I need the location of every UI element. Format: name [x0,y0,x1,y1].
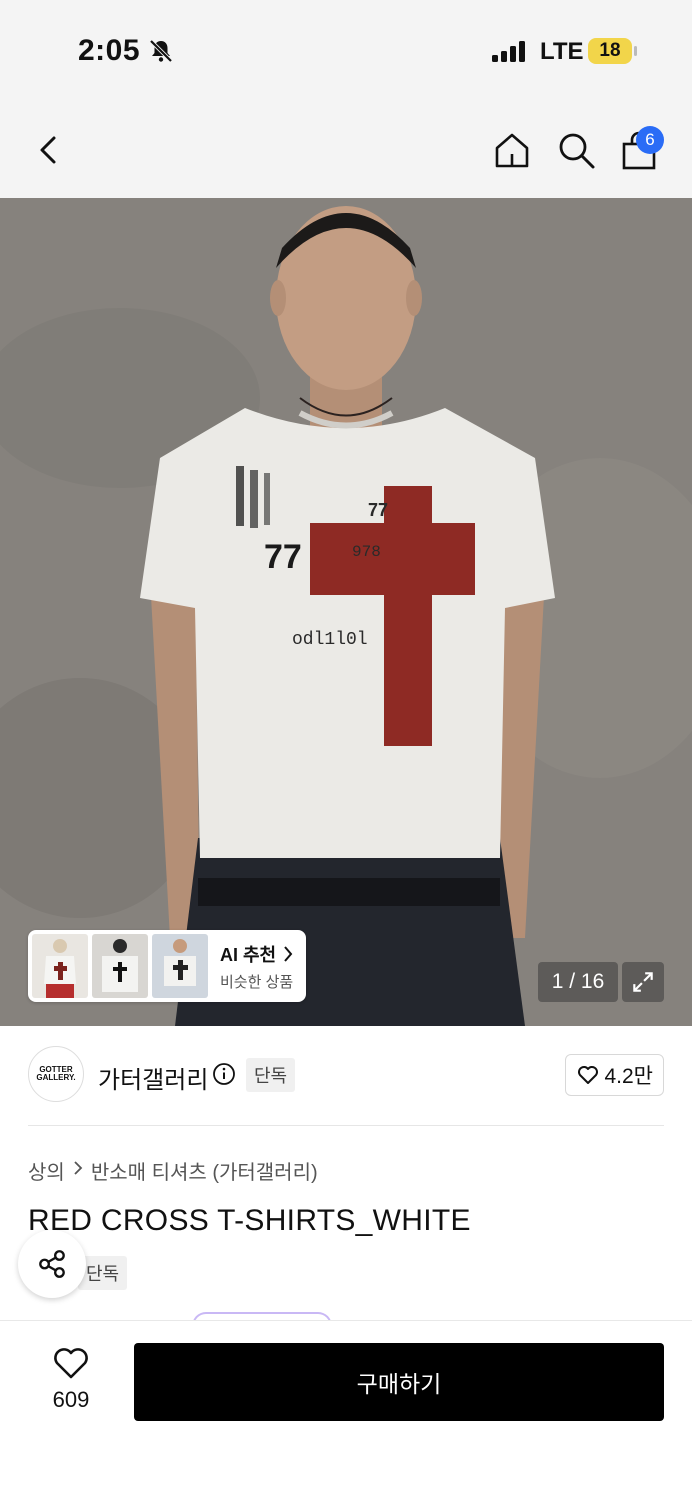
bottom-purchase-bar: 609 구매하기 [0,1320,692,1500]
svg-text:odl1l0l: odl1l0l [292,630,368,650]
brand-logo[interactable]: GOTTER GALLERY. [28,1046,84,1102]
ai-recommend-subtitle: 비슷한 상품 [220,973,294,991]
heart-icon [54,1348,88,1379]
wishlist-count: 609 [52,1387,90,1412]
buy-button[interactable]: 구매하기 [134,1343,664,1421]
bell-slash-icon [149,39,173,63]
svg-text:77: 77 [368,500,388,520]
cart-count-badge: 6 [636,126,664,154]
breadcrumb-item-category[interactable]: 상의 [28,1156,65,1185]
breadcrumb: 상의 반소매 티셔츠 (가터갤러리) [28,1156,318,1185]
brand-like-count: 4.2만 [604,1065,653,1088]
battery-indicator: 18 [588,38,632,64]
brand-logo-line2: GALLERY. [36,1073,76,1082]
status-bar: 2:05 LTE 18 [0,0,692,100]
brand-like-button[interactable]: 4.2만 [565,1054,664,1096]
share-button[interactable] [18,1230,86,1298]
ai-thumb-3 [152,934,208,998]
image-page-indicator: 1 / 16 [538,962,618,1002]
top-nav: 6 [0,100,692,198]
expand-image-button[interactable] [622,962,664,1002]
status-time: 2:05 [78,34,141,67]
brand-row: GOTTER GALLERY. 가터갤러리 단독 4.2만 [28,1044,664,1106]
breadcrumb-item-subcategory[interactable]: 반소매 티셔츠 (가터갤러리) [91,1156,318,1185]
home-icon[interactable] [492,130,532,170]
battery-nub [634,46,637,56]
back-icon[interactable] [32,130,68,170]
ai-thumb-1 [32,934,88,998]
heart-icon [578,1066,599,1084]
info-icon[interactable] [212,1062,236,1086]
ai-recommend-card[interactable]: AI 추천 비슷한 상품 [28,930,306,1002]
network-label: LTE [540,38,584,65]
search-icon[interactable] [556,130,596,170]
chevron-right-icon [73,1159,83,1182]
wishlist-button[interactable]: 609 [40,1345,102,1413]
product-title: RED CROSS T-SHIRTS_WHITE [28,1204,471,1237]
ai-thumb-2 [92,934,148,998]
svg-text:978: 978 [352,543,381,561]
brand-name[interactable]: 가터갤러리 [98,1060,208,1095]
exclusive-badge: 단독 [246,1058,296,1092]
chevron-right-icon [284,946,293,962]
divider [28,1125,664,1126]
product-image-gallery[interactable]: 77 odl1l0l 978 77 AI 추천 비슷한 상품 1 / 16 [0,198,692,1026]
signal-icon [492,41,525,62]
svg-text:77: 77 [264,538,302,576]
product-photo: 77 odl1l0l 978 77 [0,198,692,1026]
expand-icon [633,972,653,992]
share-icon [39,1250,65,1278]
